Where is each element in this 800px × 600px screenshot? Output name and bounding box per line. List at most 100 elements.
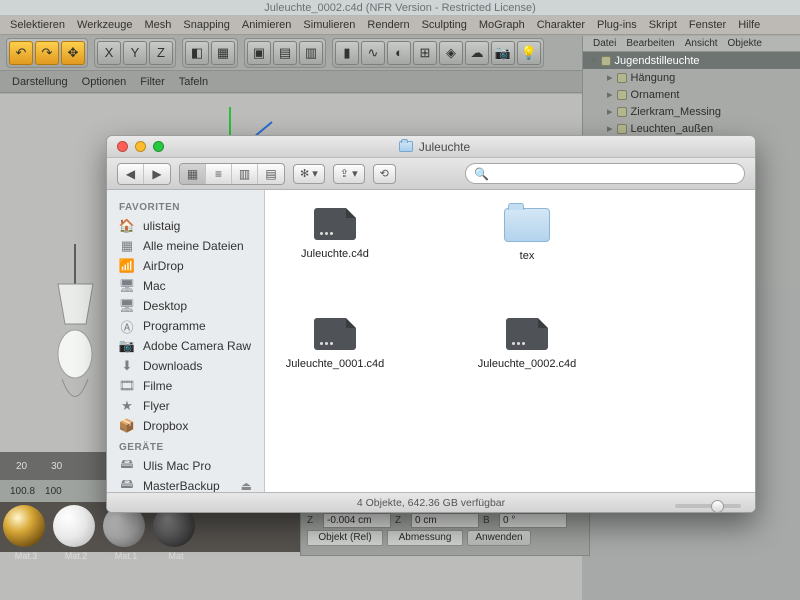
coord-sz[interactable]: 0 cm bbox=[411, 513, 479, 528]
file-item[interactable]: Juleuchte.c4d bbox=[285, 208, 385, 262]
minimize-icon[interactable] bbox=[135, 141, 146, 152]
finder-sidebar[interactable]: FAVORITEN 🏠ulistaig▦Alle meine Dateien📶A… bbox=[107, 190, 265, 492]
axis-y-icon[interactable]: Y bbox=[123, 41, 147, 65]
file-item[interactable]: Juleuchte_0002.c4d bbox=[477, 318, 577, 370]
tree-root[interactable]: ▾Jugendstilleuchte bbox=[583, 52, 800, 69]
obj-deform-icon[interactable]: ◈ bbox=[439, 41, 463, 65]
sidebar-item[interactable]: 🏠ulistaig bbox=[107, 216, 264, 236]
obj-spline-icon[interactable]: ∿ bbox=[361, 41, 385, 65]
coord-label: Z bbox=[395, 515, 407, 526]
view-column-mode[interactable]: ▥ bbox=[232, 164, 258, 184]
obj-light-icon[interactable]: 💡 bbox=[517, 41, 541, 65]
sidebar-item[interactable]: 📦Dropbox bbox=[107, 416, 264, 436]
file-name: Juleuchte_0001.c4d bbox=[286, 358, 384, 370]
menu-werkzeuge[interactable]: Werkzeuge bbox=[77, 19, 132, 31]
search-input[interactable] bbox=[493, 168, 736, 180]
obj-cube-icon[interactable]: ▮ bbox=[335, 41, 359, 65]
menu-sculpting[interactable]: Sculpting bbox=[422, 19, 467, 31]
panel-tab-bearbeiten[interactable]: Bearbeiten bbox=[626, 38, 674, 49]
tree-item[interactable]: ▸Zierkram_Messing bbox=[583, 103, 800, 120]
menu-animieren[interactable]: Animieren bbox=[242, 19, 292, 31]
menu-simulieren[interactable]: Simulieren bbox=[303, 19, 355, 31]
sidebar-item[interactable]: ★Flyer bbox=[107, 396, 264, 416]
tool-cube2-icon[interactable]: ▦ bbox=[211, 41, 235, 65]
menu-mesh[interactable]: Mesh bbox=[144, 19, 171, 31]
tree-item[interactable]: ▸Hängung bbox=[583, 69, 800, 86]
forward-button[interactable]: ▶ bbox=[144, 164, 170, 184]
material-ball[interactable] bbox=[53, 505, 95, 547]
nav-back-forward: ◀ ▶ bbox=[117, 163, 171, 185]
file-item[interactable]: Juleuchte_0001.c4d bbox=[285, 318, 385, 370]
finder-titlebar[interactable]: Juleuchte bbox=[107, 136, 755, 158]
axis-x-icon[interactable]: X bbox=[97, 41, 121, 65]
view-mode-segment: ▦ ≡ ▥ ▤ bbox=[179, 163, 285, 185]
obj-nurbs-icon[interactable]: ◐ bbox=[387, 41, 411, 65]
axis-z-icon[interactable]: Z bbox=[149, 41, 173, 65]
tool-render2-icon[interactable]: ▤ bbox=[273, 41, 297, 65]
menu-plug-ins[interactable]: Plug-ins bbox=[597, 19, 637, 31]
menu-charakter[interactable]: Charakter bbox=[537, 19, 585, 31]
tool-undo-icon[interactable]: ↶ bbox=[9, 41, 33, 65]
sidebar-item[interactable]: 🎞Filme bbox=[107, 376, 264, 396]
sidebar-item[interactable]: 📷Adobe Camera Raw bbox=[107, 336, 264, 356]
coord-label: Z bbox=[307, 515, 319, 526]
obj-array-icon[interactable]: ⊞ bbox=[413, 41, 437, 65]
menu-hilfe[interactable]: Hilfe bbox=[738, 19, 760, 31]
subtab-optionen[interactable]: Optionen bbox=[82, 76, 127, 88]
tool-render3-icon[interactable]: ▥ bbox=[299, 41, 323, 65]
apply-button[interactable]: Anwenden bbox=[467, 530, 531, 546]
device-icon: 🖴 bbox=[119, 479, 135, 492]
icon-size-slider[interactable] bbox=[675, 504, 741, 508]
material-label: Mat bbox=[153, 551, 199, 561]
view-icon-mode[interactable]: ▦ bbox=[180, 164, 206, 184]
tool-redo-icon[interactable]: ↷ bbox=[35, 41, 59, 65]
frame-field[interactable]: 100.8 bbox=[10, 486, 35, 497]
share-button[interactable]: ⟲ bbox=[373, 164, 396, 184]
sidebar-item[interactable]: 🖴Ulis Mac Pro bbox=[107, 456, 264, 476]
file-item[interactable]: tex bbox=[477, 208, 577, 262]
menu-fenster[interactable]: Fenster bbox=[689, 19, 726, 31]
menu-rendern[interactable]: Rendern bbox=[367, 19, 409, 31]
menu-selektieren[interactable]: Selektieren bbox=[10, 19, 65, 31]
sidebar-item[interactable]: ▦Alle meine Dateien bbox=[107, 236, 264, 256]
subtab-darstellung[interactable]: Darstellung bbox=[12, 76, 68, 88]
coord-b[interactable]: 0 ° bbox=[499, 513, 567, 528]
coord-z[interactable]: -0.004 cm bbox=[323, 513, 391, 528]
tool-render-icon[interactable]: ▣ bbox=[247, 41, 271, 65]
subtab-filter[interactable]: Filter bbox=[140, 76, 164, 88]
tree-item[interactable]: ▸Ornament bbox=[583, 86, 800, 103]
frame-field[interactable]: 100 bbox=[45, 486, 62, 497]
material-ball[interactable] bbox=[3, 505, 45, 547]
obj-env-icon[interactable]: ☁ bbox=[465, 41, 489, 65]
coord-mode-select[interactable]: Objekt (Rel) bbox=[307, 530, 383, 546]
tool-move-icon[interactable]: ✥ bbox=[61, 41, 85, 65]
coord-dim-select[interactable]: Abmessung bbox=[387, 530, 463, 546]
menu-snapping[interactable]: Snapping bbox=[183, 19, 230, 31]
panel-tab-ansicht[interactable]: Ansicht bbox=[685, 38, 718, 49]
panel-tab-objekte[interactable]: Objekte bbox=[728, 38, 762, 49]
dropbox-menu[interactable]: ⇪ ▾ bbox=[333, 164, 365, 184]
sidebar-item[interactable]: 🖴MasterBackup⏏ bbox=[107, 476, 264, 492]
finder-content[interactable]: Juleuchte.c4d tex Juleuchte_0001.c4d Juleuc… bbox=[265, 190, 755, 492]
search-field[interactable]: 🔍 bbox=[465, 163, 745, 184]
app-menubar[interactable]: Selektieren Werkzeuge Mesh Snapping Animiere… bbox=[0, 16, 800, 35]
obj-cam-icon[interactable]: 📷 bbox=[491, 41, 515, 65]
subtab-tafeln[interactable]: Tafeln bbox=[179, 76, 208, 88]
menu-skript[interactable]: Skript bbox=[649, 19, 677, 31]
eject-icon[interactable]: ⏏ bbox=[241, 479, 252, 492]
sidebar-item[interactable]: 🖥Desktop bbox=[107, 296, 264, 316]
sidebar-item[interactable]: ⬇Downloads bbox=[107, 356, 264, 376]
sidebar-item[interactable]: 📶AirDrop bbox=[107, 256, 264, 276]
sidebar-item[interactable]: ⒶProgramme bbox=[107, 316, 264, 336]
tool-cube-icon[interactable]: ◧ bbox=[185, 41, 209, 65]
file-name: Juleuchte.c4d bbox=[301, 248, 369, 260]
panel-tab-datei[interactable]: Datei bbox=[593, 38, 616, 49]
action-menu[interactable]: ✻ ▾ bbox=[293, 164, 325, 184]
view-coverflow-mode[interactable]: ▤ bbox=[258, 164, 284, 184]
view-list-mode[interactable]: ≡ bbox=[206, 164, 232, 184]
menu-mograph[interactable]: MoGraph bbox=[479, 19, 525, 31]
back-button[interactable]: ◀ bbox=[118, 164, 144, 184]
zoom-icon[interactable] bbox=[153, 141, 164, 152]
close-icon[interactable] bbox=[117, 141, 128, 152]
sidebar-item[interactable]: 🖥Mac bbox=[107, 276, 264, 296]
